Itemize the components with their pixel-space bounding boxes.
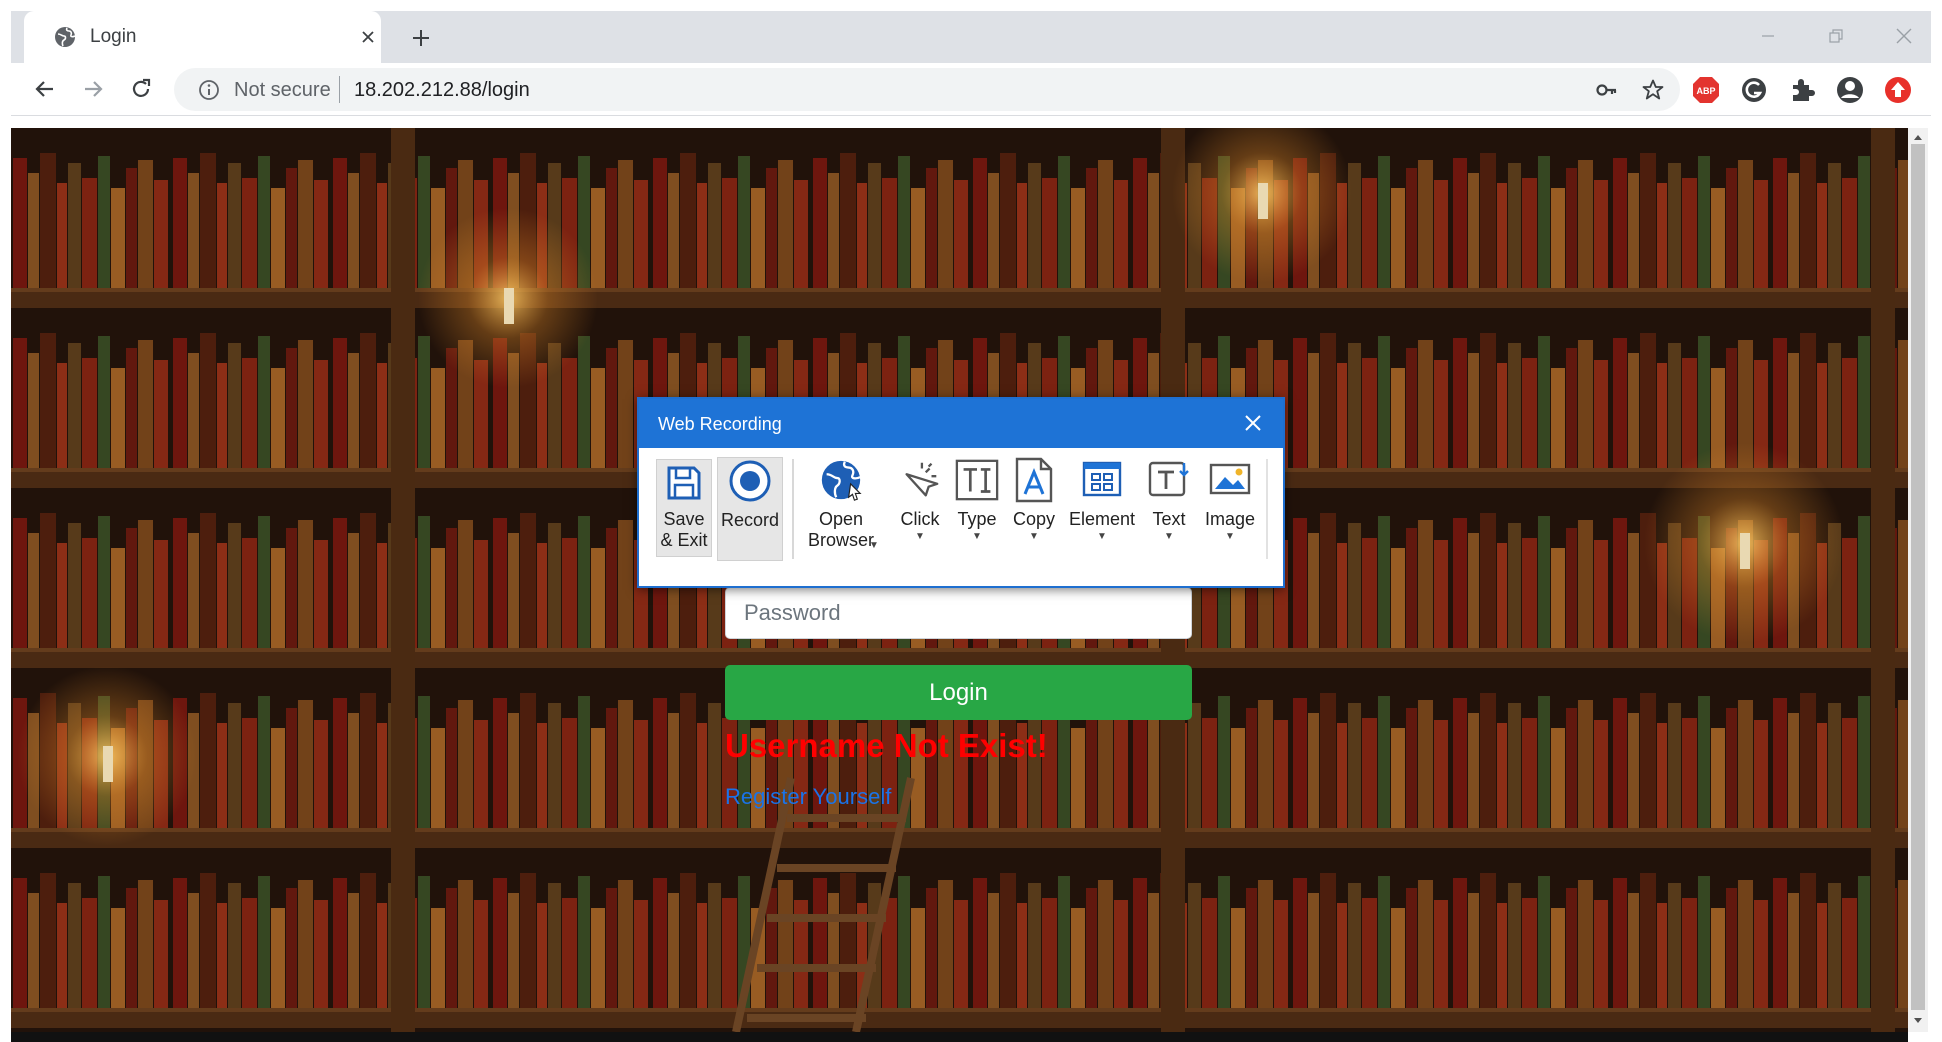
login-button[interactable]: Login [725, 665, 1192, 720]
web-recording-panel: Web Recording Save & Exit Record Open Br… [637, 397, 1285, 588]
window-close-button[interactable] [1882, 21, 1926, 51]
tab-title: Login [90, 26, 137, 47]
grammarly-icon[interactable] [1739, 75, 1769, 105]
close-icon[interactable] [1240, 410, 1266, 436]
close-icon[interactable] [356, 25, 380, 49]
text-button[interactable]: Text ▼ [1143, 457, 1195, 567]
key-icon[interactable] [1594, 77, 1620, 103]
dropdown-caret-icon[interactable]: ▼ [1225, 531, 1235, 543]
svg-text:ABP: ABP [1696, 86, 1715, 96]
web-recording-title: Web Recording [658, 414, 782, 434]
taskbar-strip [11, 1032, 1908, 1042]
profile-icon[interactable] [1835, 75, 1865, 105]
tab-strip: Login [11, 11, 1931, 63]
globe-icon [818, 457, 864, 503]
register-link[interactable]: Register Yourself [725, 783, 891, 811]
page-scrollbar[interactable] [1908, 128, 1928, 1032]
open-browser-label: Open Browser [807, 509, 874, 550]
minimize-button[interactable] [1746, 21, 1790, 51]
address-bar[interactable]: Not secure 18.202.212.88/login [174, 68, 1680, 111]
element-button[interactable]: Element ▼ [1067, 457, 1137, 567]
password-input[interactable] [725, 587, 1192, 639]
update-icon[interactable] [1883, 75, 1913, 105]
copy-button[interactable]: Copy ▼ [1008, 457, 1060, 567]
type-label: Type [957, 509, 997, 529]
new-tab-button[interactable] [406, 23, 436, 53]
error-message: Username Not Exist! [725, 727, 1048, 764]
scrollbar-thumb[interactable] [1911, 144, 1925, 1010]
dropdown-caret-icon[interactable]: ▼ [915, 531, 925, 543]
dropdown-caret-icon[interactable]: ▼ [1164, 531, 1174, 543]
floppy-disk-icon [664, 463, 704, 503]
restore-button[interactable] [1814, 21, 1858, 51]
security-label[interactable]: Not secure [234, 78, 331, 102]
type-button[interactable]: Type ▼ [951, 457, 1003, 567]
record-button[interactable]: Record [717, 457, 783, 561]
save-exit-label: Save & Exit [660, 509, 708, 550]
record-label: Record [720, 510, 780, 530]
copy-icon [1011, 457, 1057, 503]
reload-icon[interactable] [125, 73, 157, 105]
dropdown-caret-icon[interactable]: ▼ [869, 540, 879, 552]
dropdown-caret-icon[interactable]: ▼ [1029, 531, 1039, 543]
star-icon[interactable] [1640, 77, 1666, 103]
forward-icon[interactable] [77, 73, 109, 105]
open-browser-button[interactable]: Open Browser ▼ [802, 457, 880, 567]
record-icon [727, 458, 773, 504]
web-recording-titlebar[interactable]: Web Recording [639, 399, 1283, 448]
toolbar-separator [1266, 459, 1268, 559]
copy-label: Copy [1012, 509, 1056, 529]
scroll-down-icon[interactable] [1911, 1014, 1925, 1028]
text-label: Text [1152, 509, 1186, 529]
info-icon[interactable] [198, 79, 220, 101]
save-exit-button[interactable]: Save & Exit [656, 459, 712, 557]
type-icon [954, 457, 1000, 503]
omnibox-divider [339, 76, 340, 103]
toolbar-separator [792, 459, 794, 559]
puzzle-icon[interactable] [1787, 75, 1817, 105]
click-button[interactable]: Click ▼ [894, 457, 946, 567]
image-icon [1207, 457, 1253, 503]
url-text[interactable]: 18.202.212.88/login [354, 78, 530, 102]
element-label: Element [1068, 509, 1136, 529]
image-label: Image [1204, 509, 1256, 529]
click-label: Click [900, 509, 940, 529]
image-button[interactable]: Image ▼ [1200, 457, 1260, 567]
cursor-click-icon [897, 457, 943, 503]
text-icon [1146, 457, 1192, 503]
globe-icon [53, 25, 77, 49]
back-icon[interactable] [29, 73, 61, 105]
browser-toolbar: Not secure 18.202.212.88/login ABP [11, 63, 1931, 116]
dropdown-caret-icon[interactable]: ▼ [1097, 531, 1107, 543]
scroll-up-icon[interactable] [1911, 130, 1925, 144]
adblock-icon[interactable]: ABP [1691, 75, 1721, 105]
tab-login[interactable]: Login [24, 11, 381, 63]
dropdown-caret-icon[interactable]: ▼ [972, 531, 982, 543]
element-icon [1079, 457, 1125, 503]
